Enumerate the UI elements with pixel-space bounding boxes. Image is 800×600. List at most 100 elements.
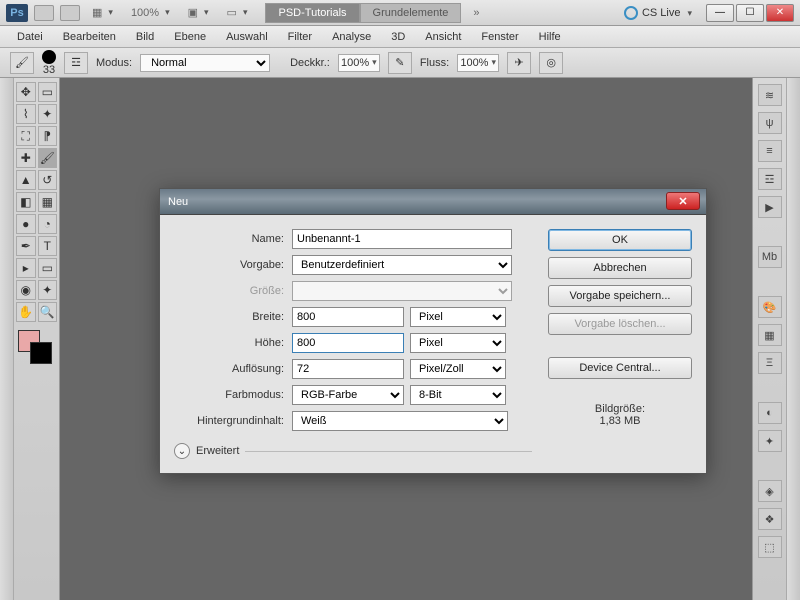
advanced-label: Erweitert	[196, 445, 239, 457]
stamp-tool[interactable]: ▲	[16, 170, 36, 190]
ok-button[interactable]: OK	[548, 229, 692, 251]
height-unit-select[interactable]: Pixel	[410, 333, 506, 353]
menu-analyse[interactable]: Analyse	[323, 28, 380, 46]
dodge-tool[interactable]: ◔	[38, 214, 58, 234]
marquee-tool[interactable]: ▭	[38, 82, 58, 102]
cancel-button[interactable]: Abbrechen	[548, 257, 692, 279]
pen-tool[interactable]: ✒	[16, 236, 36, 256]
menu-ansicht[interactable]: Ansicht	[416, 28, 470, 46]
type-tool[interactable]: T	[38, 236, 58, 256]
eraser-tool[interactable]: ◧	[16, 192, 36, 212]
menu-bar: Datei Bearbeiten Bild Ebene Auswahl Filt…	[0, 26, 800, 48]
collapsed-strip-right[interactable]	[786, 78, 800, 600]
opacity-value[interactable]: 100%	[338, 54, 380, 72]
panel-icon[interactable]: ▦	[758, 324, 782, 346]
panel-icon[interactable]: ◈	[758, 480, 782, 502]
panel-icon[interactable]: ≋	[758, 84, 782, 106]
dialog-close-button[interactable]: ✕	[666, 192, 700, 210]
path-select-tool[interactable]: ▸	[16, 258, 36, 278]
panel-icon[interactable]: 🎨	[758, 296, 782, 318]
screen-mode-dropdown[interactable]: ▭	[221, 4, 254, 21]
menu-3d[interactable]: 3D	[382, 28, 414, 46]
background-color-swatch[interactable]	[30, 342, 52, 364]
zoom-tool[interactable]: 🔍	[38, 302, 58, 322]
preset-select[interactable]: Benutzerdefiniert	[292, 255, 512, 275]
blend-mode-select[interactable]: Normal	[140, 54, 270, 72]
eyedropper-tool[interactable]: ⁋	[38, 126, 58, 146]
zoom-level-dropdown[interactable]: 100%	[125, 5, 176, 21]
3d-camera-tool[interactable]: ✦	[38, 280, 58, 300]
resolution-input[interactable]	[292, 359, 404, 379]
collapsed-strip-left[interactable]	[0, 78, 14, 600]
menu-ebene[interactable]: Ebene	[165, 28, 215, 46]
opacity-pressure-icon[interactable]: ✎	[388, 52, 412, 74]
brush-preset-picker[interactable]: 33	[42, 50, 56, 76]
panel-icon[interactable]: ☲	[758, 168, 782, 190]
crop-tool[interactable]: ⛶	[16, 126, 36, 146]
history-brush-tool[interactable]: ↺	[38, 170, 58, 190]
panel-icon[interactable]: Ξ	[758, 352, 782, 374]
height-input[interactable]	[292, 333, 404, 353]
panel-icon[interactable]: ψ	[758, 112, 782, 134]
menu-filter[interactable]: Filter	[279, 28, 321, 46]
more-tabs-icon[interactable]: »	[467, 5, 485, 21]
brush-panel-toggle[interactable]: ☲	[64, 52, 88, 74]
save-preset-button[interactable]: Vorgabe speichern...	[548, 285, 692, 307]
panel-icon[interactable]: ⬚	[758, 536, 782, 558]
view-extras-dropdown[interactable]: ▦	[86, 4, 119, 21]
panel-icon[interactable]: ≡	[758, 140, 782, 162]
advanced-toggle[interactable]: ⌄	[174, 443, 190, 459]
minibridge-icon[interactable]	[60, 5, 80, 21]
panel-icon[interactable]: ❖	[758, 508, 782, 530]
menu-auswahl[interactable]: Auswahl	[217, 28, 277, 46]
3d-tool[interactable]: ◉	[16, 280, 36, 300]
window-close-button[interactable]: ✕	[766, 4, 794, 22]
menu-bearbeiten[interactable]: Bearbeiten	[54, 28, 125, 46]
photoshop-logo: Ps	[6, 4, 28, 22]
height-label: Höhe:	[174, 337, 284, 349]
menu-hilfe[interactable]: Hilfe	[530, 28, 570, 46]
brush-tool[interactable]: 🖌	[38, 148, 58, 168]
lasso-tool[interactable]: ⌇	[16, 104, 36, 124]
panel-icon[interactable]: ▶	[758, 196, 782, 218]
arrange-dropdown[interactable]: ▣	[182, 4, 215, 21]
menu-fenster[interactable]: Fenster	[472, 28, 527, 46]
wand-tool[interactable]: ✦	[38, 104, 58, 124]
gradient-tool[interactable]: ▦	[38, 192, 58, 212]
window-minimize-button[interactable]: —	[706, 4, 734, 22]
document-tab-active[interactable]: PSD-Tutorials	[265, 3, 359, 23]
size-pressure-icon[interactable]: ◎	[539, 52, 563, 74]
bridge-icon[interactable]	[34, 5, 54, 21]
colormode-select[interactable]: RGB-Farbe	[292, 385, 404, 405]
move-tool[interactable]: ✥	[16, 82, 36, 102]
airbrush-icon[interactable]: ✈	[507, 52, 531, 74]
colordepth-select[interactable]: 8-Bit	[410, 385, 506, 405]
shape-tool[interactable]: ▭	[38, 258, 58, 278]
background-label: Hintergrundinhalt:	[174, 415, 284, 427]
cs-live-menu[interactable]: CS Live	[624, 6, 692, 20]
hand-tool[interactable]: ✋	[16, 302, 36, 322]
canvas-area: Neu ✕ Name: Vorgabe: Benutzerdefiniert G…	[60, 78, 752, 600]
menu-bild[interactable]: Bild	[127, 28, 163, 46]
size-label: Größe:	[174, 285, 284, 297]
divider	[245, 451, 532, 452]
heal-tool[interactable]: ✚	[16, 148, 36, 168]
current-tool-icon[interactable]: 🖌	[10, 52, 34, 74]
mode-label: Modus:	[96, 57, 132, 69]
document-tab[interactable]: Grundelemente	[360, 3, 462, 23]
blur-tool[interactable]: ●	[16, 214, 36, 234]
panel-icon[interactable]: ◐	[758, 402, 782, 424]
flow-value[interactable]: 100%	[457, 54, 499, 72]
panel-icon[interactable]: Mb	[758, 246, 782, 268]
width-input[interactable]	[292, 307, 404, 327]
device-central-button[interactable]: Device Central...	[548, 357, 692, 379]
cslive-icon	[624, 6, 638, 20]
resolution-unit-select[interactable]: Pixel/Zoll	[410, 359, 506, 379]
width-unit-select[interactable]: Pixel	[410, 307, 506, 327]
window-maximize-button[interactable]: ☐	[736, 4, 764, 22]
tools-panel: ✥▭ ⌇✦ ⛶⁋ ✚🖌 ▲↺ ◧▦ ●◔ ✒T ▸▭ ◉✦ ✋🔍	[14, 78, 60, 600]
background-select[interactable]: Weiß	[292, 411, 508, 431]
menu-datei[interactable]: Datei	[8, 28, 52, 46]
panel-icon[interactable]: ✦	[758, 430, 782, 452]
name-input[interactable]	[292, 229, 512, 249]
